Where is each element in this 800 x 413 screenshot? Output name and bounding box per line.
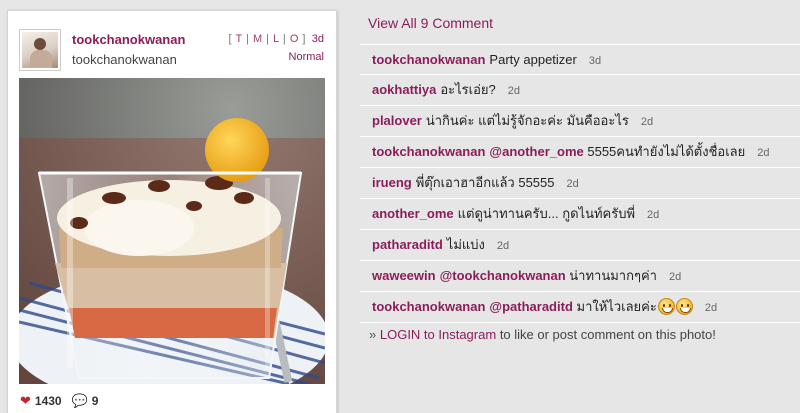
comment-time: 2d <box>668 271 682 283</box>
comment-time: 3d <box>588 55 602 67</box>
grin-emoji-icon <box>657 298 675 315</box>
comment-mention[interactable]: @another_ome <box>489 144 583 159</box>
photo-stats: ❤ 1430 💬 9 <box>20 393 98 409</box>
comment-body: มาให้ไวเลยค่ะ <box>576 299 657 314</box>
like-count: 1430 <box>34 394 62 408</box>
photo-time-ago: 3d <box>311 33 324 45</box>
comment-text: น่ากินค่ะ แต่ไม่รู้จักอะค่ะ มันคืออะไร <box>426 113 629 128</box>
comment-text: อะไรเอ่ย? <box>440 82 495 97</box>
photo[interactable] <box>19 78 325 384</box>
comment-row: patharaditd ไม่แบ่ง 2d <box>360 230 800 261</box>
comment-time: 2d <box>640 116 654 128</box>
comment-username[interactable]: patharaditd <box>372 237 443 252</box>
photo-filter: Normal <box>288 51 324 63</box>
comment-body: พี่ตุ๊กเอาฮาอีกแล้ว 55555 <box>415 175 555 190</box>
comment-row: tookchanokwanan Party appetizer 3d <box>360 44 800 75</box>
comment-text: ไม่แบ่ง <box>447 237 485 252</box>
comment-username[interactable]: waweewin <box>372 268 436 283</box>
comment-text: @another_ome 5555คนทำยังไม่ได้ตั้งชื่อเล… <box>489 144 745 159</box>
comment-row: plalover น่ากินค่ะ แต่ไม่รู้จักอะค่ะ มันค… <box>360 106 800 137</box>
size-link-o[interactable]: O <box>290 33 299 45</box>
comment-time: 2d <box>507 85 520 97</box>
owner-full-name: tookchanokwanan <box>72 52 177 67</box>
comment-row: irueng พี่ตุ๊กเอาฮาอีกแล้ว 55555 2d <box>360 168 800 199</box>
comment-username[interactable]: tookchanokwanan <box>372 52 485 67</box>
comment-row: aokhattiya อะไรเอ่ย? 2d <box>360 75 800 106</box>
comment-list: tookchanokwanan Party appetizer 3d aokhatti… <box>360 44 800 323</box>
comment-time: 2d <box>704 302 718 314</box>
dessert-photo <box>19 78 325 384</box>
comment-mention[interactable]: @patharaditd <box>489 299 572 314</box>
comment-row: waweewin @tookchanokwanan น่าทานมากๆค่า 2d <box>360 261 800 292</box>
size-links: [ T | M | L | O ] <box>228 33 306 45</box>
comment-username[interactable]: irueng <box>372 175 412 190</box>
comment-time: 2d <box>566 178 579 190</box>
view-all-comments-link[interactable]: View All 9 Comment <box>368 15 493 31</box>
comment-body: 5555คนทำยังไม่ได้ตั้งชื่อเลย <box>587 144 746 159</box>
comment-username[interactable]: another_ome <box>372 206 454 221</box>
comment-time: 2d <box>647 209 660 221</box>
comment-body: น่ากินค่ะ แต่ไม่รู้จักอะค่ะ มันคืออะไร <box>425 113 629 128</box>
comment-bubble-icon[interactable]: 💬 <box>72 393 88 409</box>
comment-text: @patharaditd มาให้ไวเลยค่ะ <box>489 298 693 315</box>
comment-username[interactable]: tookchanokwanan <box>372 144 485 159</box>
comment-username[interactable]: aokhattiya <box>372 82 436 97</box>
comment-row: another_ome แต่ดูน่าทานครับ... กูดไนท์ครั… <box>360 199 800 230</box>
photo-card: tookchanokwanan tookchanokwanan [ T | M … <box>7 10 337 413</box>
comment-body: ไม่แบ่ง <box>446 237 485 252</box>
comment-time: 2d <box>757 147 770 159</box>
comment-body: Party appetizer <box>489 52 577 67</box>
comment-count: 9 <box>91 394 99 408</box>
owner-username[interactable]: tookchanokwanan <box>72 32 185 47</box>
heart-icon[interactable]: ❤ <box>20 393 31 409</box>
comment-text: พี่ตุ๊กเอาฮาอีกแล้ว 55555 <box>416 175 555 190</box>
comment-row: tookchanokwanan @another_ome 5555คนทำยังไ… <box>360 137 800 168</box>
comment-text: @tookchanokwanan น่าทานมากๆค่า <box>440 268 657 283</box>
comment-body: น่าทานมากๆค่า <box>569 268 657 283</box>
comment-username[interactable]: plalover <box>372 113 422 128</box>
comment-mention[interactable]: @tookchanokwanan <box>440 268 566 283</box>
comment-time: 2d <box>496 240 510 252</box>
comment-text: แต่ดูน่าทานครับ... กูดไนท์ครับพี่ <box>458 206 635 221</box>
login-prompt: » LOGIN to Instagram to like or post com… <box>369 327 716 342</box>
size-link-m[interactable]: M <box>253 33 263 45</box>
comment-text: Party appetizer <box>489 52 576 67</box>
login-link[interactable]: LOGIN to Instagram <box>380 327 496 342</box>
grin-emoji-icon <box>675 298 693 315</box>
comment-body: แต่ดูน่าทานครับ... กูดไนท์ครับพี่ <box>457 206 636 221</box>
comment-row: tookchanokwanan @patharaditd มาให้ไวเลยค่… <box>360 292 800 323</box>
avatar[interactable] <box>19 29 61 71</box>
comment-username[interactable]: tookchanokwanan <box>372 299 485 314</box>
login-suffix: to like or post comment on this photo! <box>499 327 716 342</box>
comment-body: อะไรเอ่ย? <box>440 82 496 97</box>
